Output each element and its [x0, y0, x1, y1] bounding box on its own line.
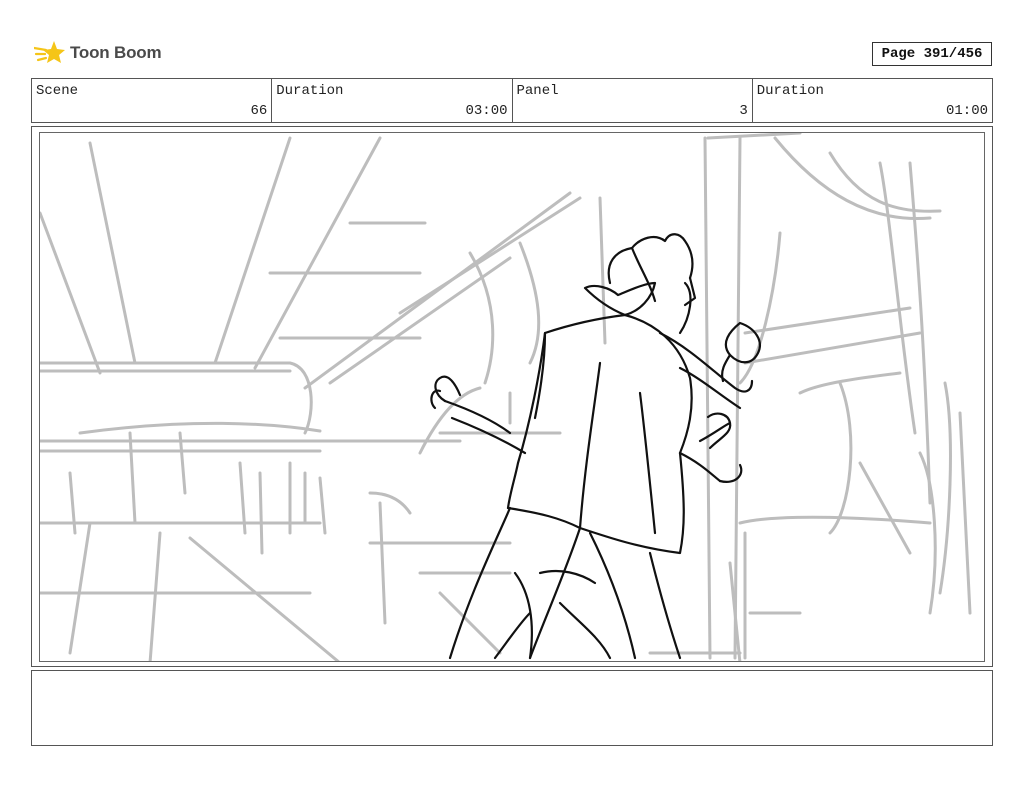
scene-cell: Scene 66 — [32, 79, 273, 122]
storyboard-header: Scene 66 Duration 03:00 Panel 3 Duration… — [31, 78, 993, 123]
scene-duration-value: 03:00 — [465, 103, 508, 119]
toon-boom-star-icon — [34, 41, 65, 63]
background-sketch — [40, 133, 972, 661]
scene-duration-cell: Duration 03:00 — [272, 79, 513, 122]
sketch-canvas — [39, 132, 985, 662]
panel-duration-value: 01:00 — [945, 103, 988, 119]
logo-text: Toon Boom — [70, 43, 162, 62]
scene-duration-label: Duration — [276, 83, 344, 99]
toon-boom-logo: Toon Boom — [34, 38, 162, 68]
panel-label: Panel — [516, 83, 559, 99]
scene-value: 66 — [250, 103, 268, 119]
panel-duration-cell: Duration 01:00 — [753, 79, 992, 122]
panel-value: 3 — [739, 103, 748, 119]
panel-cell: Panel 3 — [513, 79, 753, 122]
scene-label: Scene — [36, 83, 79, 99]
storyboard-sketch — [40, 133, 972, 661]
panel-duration-label: Duration — [756, 83, 824, 99]
page-number: Page 391/456 — [872, 42, 992, 66]
panel-notes-box[interactable] — [31, 670, 993, 746]
panel-frame — [31, 126, 993, 667]
